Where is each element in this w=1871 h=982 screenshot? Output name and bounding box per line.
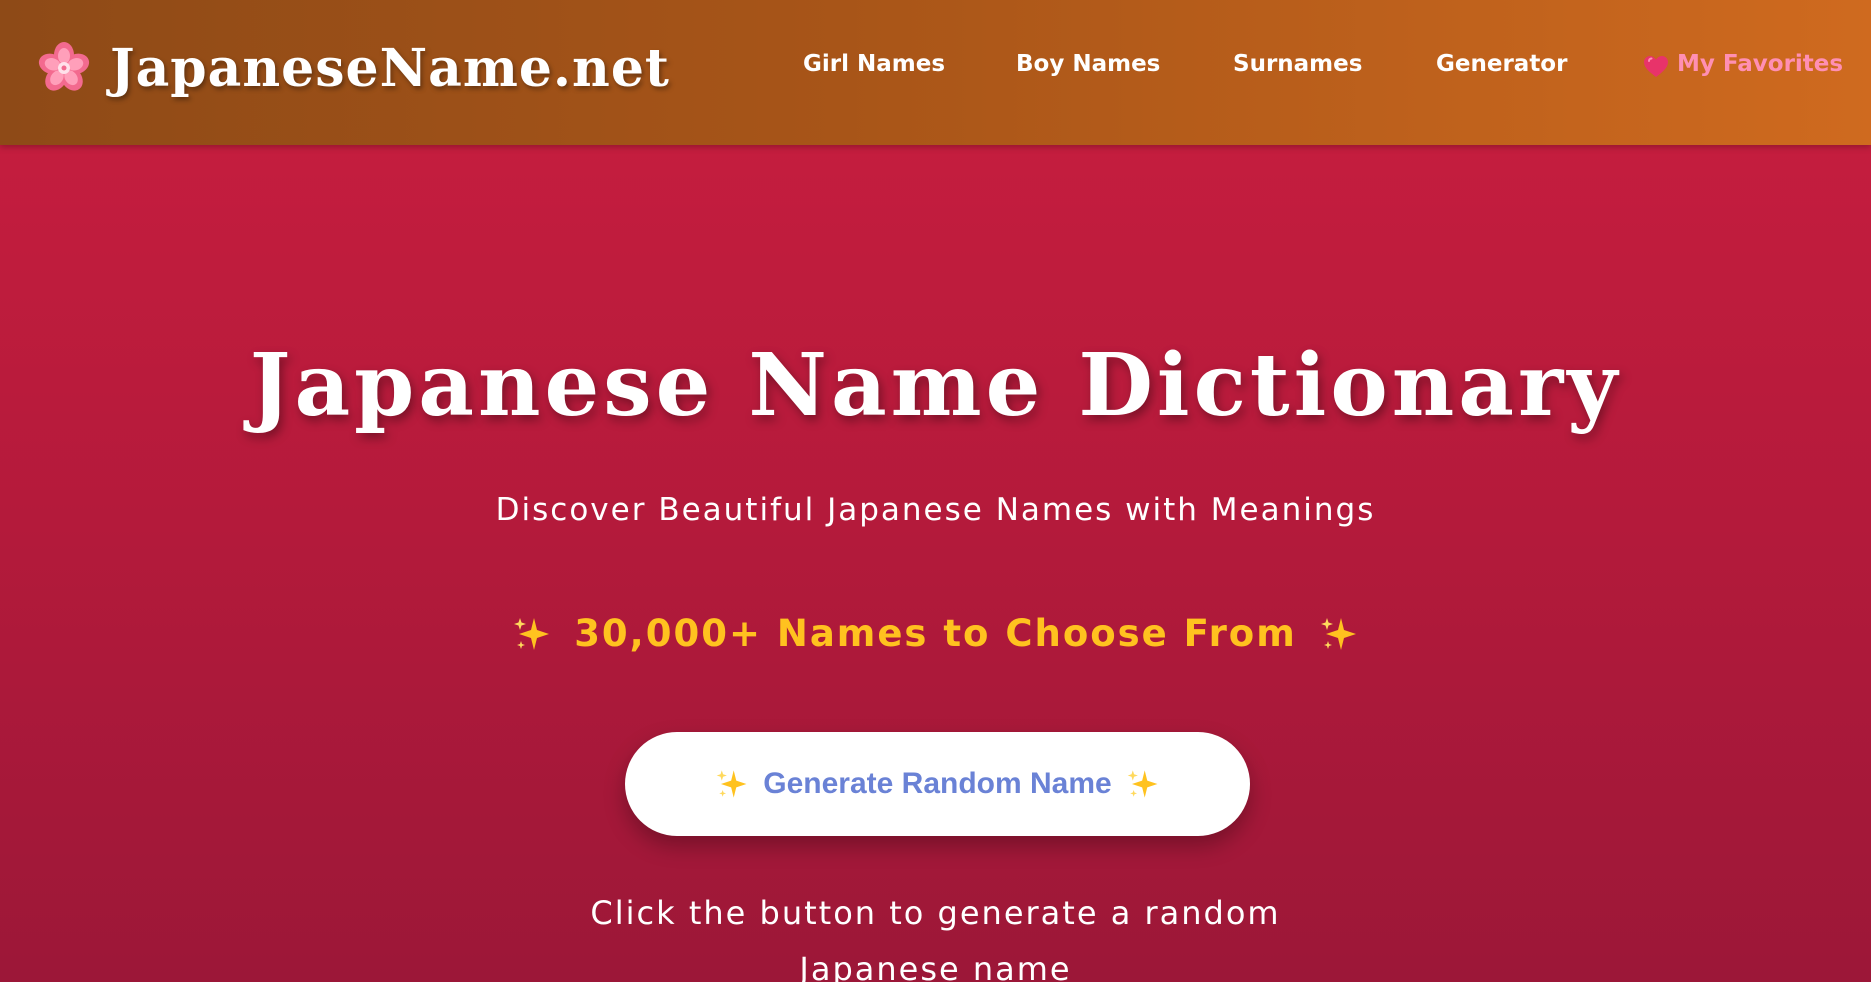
sparkles-icon xyxy=(1126,767,1160,801)
generator-hint: Click the button to generate a random Ja… xyxy=(0,885,1871,982)
nav-boy-names[interactable]: Boy Names xyxy=(1016,44,1160,84)
site-header: JapaneseName.net Girl Names Boy Names Su… xyxy=(0,0,1871,145)
nav-surnames[interactable]: Surnames xyxy=(1233,44,1362,84)
main-nav: Girl Names Boy Names Surnames Generator … xyxy=(0,44,1871,84)
generator-hint-line1: Click the button to generate a random xyxy=(590,894,1281,932)
generate-button-label: Generate Random Name xyxy=(763,767,1112,800)
heart-icon xyxy=(1643,52,1669,77)
nav-my-favorites-label: My Favorites xyxy=(1677,51,1844,77)
nav-generator[interactable]: Generator xyxy=(1436,44,1567,84)
sparkles-icon xyxy=(512,614,552,654)
hero-section: Japanese Name Dictionary Discover Beauti… xyxy=(0,145,1871,982)
page-title: Japanese Name Dictionary xyxy=(249,335,1622,436)
sparkles-icon xyxy=(715,767,749,801)
names-count-text: 30,000+ Names to Choose From xyxy=(574,612,1297,655)
nav-my-favorites[interactable]: My Favorites xyxy=(1643,44,1843,84)
generate-random-name-button[interactable]: Generate Random Name xyxy=(625,732,1250,836)
generator-hint-line2: Japanese name xyxy=(799,950,1072,982)
nav-girl-names[interactable]: Girl Names xyxy=(803,44,945,84)
sparkles-icon xyxy=(1319,614,1359,654)
hero-subtitle: Discover Beautiful Japanese Names with M… xyxy=(495,492,1376,528)
names-count-banner: 30,000+ Names to Choose From xyxy=(0,612,1871,655)
